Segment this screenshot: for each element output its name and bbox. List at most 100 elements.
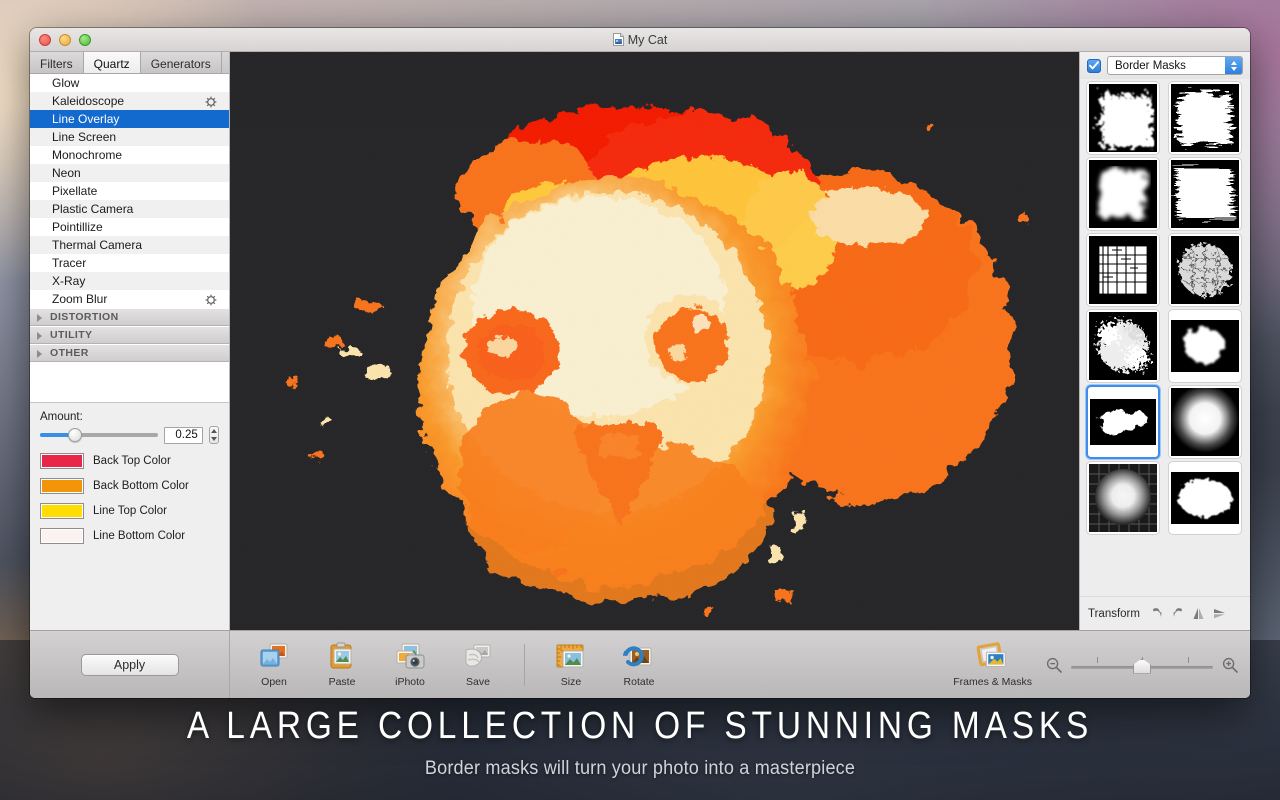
filter-item-glow[interactable]: Glow <box>30 74 229 92</box>
mask-thumb-rock-rubble[interactable] <box>1168 233 1242 307</box>
section-other[interactable]: OTHER <box>30 344 229 362</box>
tool-rotate[interactable]: Rotate <box>613 641 665 688</box>
mask-thumb-cloud-blob-oval[interactable] <box>1168 309 1242 383</box>
mask-thumb-horizontal-streaks[interactable] <box>1168 157 1242 231</box>
filter-item-kaleidoscope[interactable]: Kaleidoscope <box>30 92 229 110</box>
chevron-updown-icon[interactable] <box>1225 57 1242 74</box>
color-row-line-top: Line Top Color <box>40 503 219 519</box>
filter-item-line-screen[interactable]: Line Screen <box>30 128 229 146</box>
window-title-text: My Cat <box>627 32 668 47</box>
tool-iphoto[interactable]: iPhoto <box>384 641 436 688</box>
tool-label: Frames & Masks <box>953 676 1032 688</box>
slider-knob[interactable] <box>68 428 83 442</box>
zoom-in-icon[interactable] <box>1222 657 1238 673</box>
filter-item-pixellate[interactable]: Pixellate <box>30 182 229 200</box>
section-label: UTILITY <box>50 329 93 341</box>
filter-item-thermal-camera[interactable]: Thermal Camera <box>30 236 229 254</box>
tool-label: Size <box>560 676 582 688</box>
mask-thumb-foliage-splatter[interactable] <box>1086 309 1160 383</box>
filter-label: Tracer <box>52 256 87 270</box>
color-swatch-line-top[interactable] <box>40 503 84 519</box>
mask-thumb-scalloped-oval[interactable] <box>1168 461 1242 535</box>
iphoto-camera-icon <box>393 641 427 673</box>
stepper-down-icon[interactable] <box>210 437 217 441</box>
zoom-control[interactable] <box>1046 655 1238 675</box>
mask-thumb-soft-feather-square[interactable] <box>1086 157 1160 231</box>
tool-frames-masks[interactable]: Frames & Masks <box>953 641 1032 688</box>
window-controls[interactable] <box>39 34 91 46</box>
filter-label: X-Ray <box>52 274 86 288</box>
mask-thumb-scribble-square[interactable] <box>1168 81 1242 155</box>
filter-item-x-ray[interactable]: X-Ray <box>30 272 229 290</box>
color-swatch-line-bottom[interactable] <box>40 528 84 544</box>
masks-enable-checkbox[interactable] <box>1087 58 1101 73</box>
filter-item-line-overlay[interactable]: Line Overlay <box>30 110 229 128</box>
zoom-tick <box>1188 656 1189 663</box>
gear-icon[interactable] <box>205 293 217 306</box>
zoom-slider-knob[interactable] <box>1133 658 1151 674</box>
tab-quartz[interactable]: Quartz <box>83 52 141 73</box>
zoom-button[interactable] <box>79 34 91 46</box>
filter-item-zoom-blur[interactable]: Zoom Blur <box>30 290 229 308</box>
tool-open[interactable]: Open <box>248 641 300 688</box>
rotate-image-icon <box>622 641 656 673</box>
mask-thumbnail-grid[interactable] <box>1080 79 1250 596</box>
mask-thumb-jagged-brush-square[interactable] <box>1086 81 1160 155</box>
color-swatch-back-top[interactable] <box>40 453 84 469</box>
sidebar-tabs[interactable]: Filters Quartz Generators <box>30 52 229 74</box>
stepper-up-icon[interactable] <box>210 429 217 433</box>
tool-label: Open <box>261 676 287 688</box>
amount-row: 0.25 <box>40 426 219 444</box>
flip-horizontal-icon[interactable] <box>1192 606 1206 621</box>
color-label: Back Bottom Color <box>93 480 189 492</box>
amount-input[interactable]: 0.25 <box>164 426 203 444</box>
filter-item-neon[interactable]: Neon <box>30 164 229 182</box>
tool-label: Save <box>466 676 490 688</box>
tab-generators[interactable]: Generators <box>140 52 222 73</box>
gear-icon[interactable] <box>205 95 217 108</box>
tool-paste[interactable]: Paste <box>316 641 368 688</box>
mask-thumb-ink-splat-blob[interactable] <box>1086 385 1160 459</box>
rotate-left-icon[interactable] <box>1150 606 1164 621</box>
mask-thumb-pebble-mosaic[interactable] <box>1086 233 1160 307</box>
window-titlebar: My Cat <box>30 28 1250 52</box>
minimize-button[interactable] <box>59 34 71 46</box>
caption-title: A LARGE COLLECTION OF STUNNING MASKS <box>186 705 1094 747</box>
apply-button[interactable]: Apply <box>80 653 179 676</box>
mask-thumb-stone-ring-circle[interactable] <box>1086 461 1160 535</box>
section-label: DISTORTION <box>50 311 119 323</box>
filter-item-tracer[interactable]: Tracer <box>30 254 229 272</box>
chevron-right-icon <box>37 314 42 322</box>
frames-masks-icon <box>976 641 1010 673</box>
parameter-panel: Amount: 0.25 Back Top Color Back Bottom … <box>30 402 229 630</box>
open-image-icon <box>257 641 291 673</box>
tab-filters[interactable]: Filters <box>30 52 84 73</box>
flip-vertical-icon[interactable] <box>1213 606 1227 621</box>
zoom-out-icon[interactable] <box>1046 657 1062 673</box>
amount-stepper[interactable] <box>208 426 219 444</box>
section-distortion[interactable]: DISTORTION <box>30 308 229 326</box>
document-icon <box>612 33 624 46</box>
filter-item-pointillize[interactable]: Pointillize <box>30 218 229 236</box>
rotate-right-icon[interactable] <box>1171 606 1185 621</box>
window-body: Filters Quartz Generators Glow Kaleidosc… <box>30 52 1250 630</box>
mask-category-select[interactable]: Border Masks <box>1107 56 1243 75</box>
apply-zone: Apply <box>30 631 230 698</box>
image-canvas[interactable] <box>230 52 1080 630</box>
tool-save[interactable]: Save <box>452 641 504 688</box>
filter-item-plastic-camera[interactable]: Plastic Camera <box>30 200 229 218</box>
filter-item-monochrome[interactable]: Monochrome <box>30 146 229 164</box>
filter-label: Kaleidoscope <box>52 94 125 108</box>
amount-slider[interactable] <box>40 428 158 442</box>
tool-size[interactable]: Size <box>545 641 597 688</box>
size-ruler-icon <box>554 641 588 673</box>
section-utility[interactable]: UTILITY <box>30 326 229 344</box>
toolbar-separator <box>524 643 525 686</box>
transform-label: Transform <box>1088 607 1140 620</box>
color-swatch-back-bottom[interactable] <box>40 478 84 494</box>
mask-thumb-radial-gradient-oval[interactable] <box>1168 385 1242 459</box>
filter-label: Thermal Camera <box>52 238 143 252</box>
zoom-slider[interactable] <box>1071 655 1213 675</box>
close-button[interactable] <box>39 34 51 46</box>
filter-list[interactable]: Glow Kaleidoscope Line Overlay Line Scre… <box>30 74 229 402</box>
